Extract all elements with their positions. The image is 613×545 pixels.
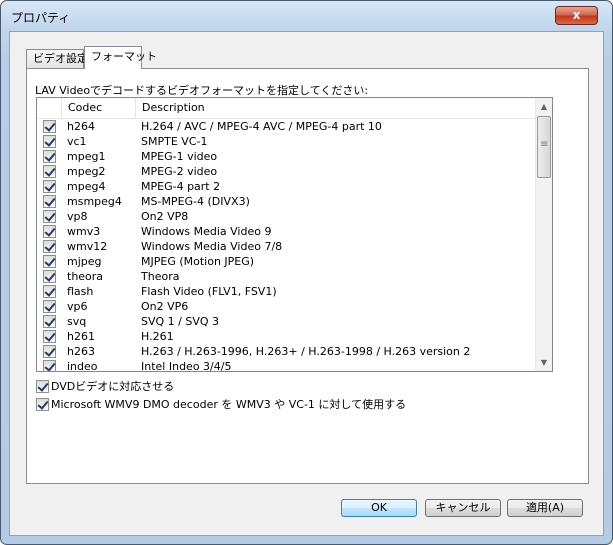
wmv9-dmo-checkbox[interactable] xyxy=(36,398,49,411)
list-item[interactable]: h261 H.261 xyxy=(37,329,537,344)
list-item[interactable]: flash Flash Video (FLV1, FSV1) xyxy=(37,284,537,299)
properties-window: プロパティ x ビデオ設定 フォーマット LAV Videoでデコードするビデオ… xyxy=(0,0,613,545)
codec-checkbox[interactable] xyxy=(43,195,56,208)
wmv9-dmo-label[interactable]: Microsoft WMV9 DMO decoder を WMV3 や VC-1… xyxy=(51,398,406,412)
codec-name: mjpeg xyxy=(67,255,102,268)
tab-video-settings[interactable]: ビデオ設定 xyxy=(26,49,88,68)
codec-name: wmv12 xyxy=(67,240,108,253)
column-header-check[interactable] xyxy=(37,98,61,119)
list-item[interactable]: h263 H.263 / H.263-1996, H.263+ / H.263-1… xyxy=(37,344,537,359)
codec-checkbox[interactable] xyxy=(43,150,56,163)
list-item[interactable]: msmpeg4 MS-MPEG-4 (DIVX3) xyxy=(37,194,537,209)
codec-name: mpeg1 xyxy=(67,150,106,163)
vertical-scrollbar[interactable]: ▲ ▼ xyxy=(535,98,552,371)
codec-description: H.261 xyxy=(141,330,174,343)
codec-name: msmpeg4 xyxy=(67,195,122,208)
list-item[interactable]: vp6 On2 VP6 xyxy=(37,299,537,314)
codec-description: On2 VP8 xyxy=(141,210,189,223)
close-button[interactable]: x xyxy=(555,6,598,25)
codec-description: H.264 / AVC / MPEG-4 AVC / MPEG-4 part 1… xyxy=(141,120,382,133)
scroll-thumb[interactable] xyxy=(537,116,551,178)
codec-name: flash xyxy=(67,285,94,298)
codec-name: wmv3 xyxy=(67,225,101,238)
list-item[interactable]: vp8 On2 VP8 xyxy=(37,209,537,224)
list-item[interactable]: mpeg2 MPEG-2 video xyxy=(37,164,537,179)
codec-checkbox[interactable] xyxy=(43,330,56,343)
dvd-video-checkbox[interactable] xyxy=(36,380,49,393)
codec-description: MPEG-1 video xyxy=(141,150,218,163)
scroll-down-icon[interactable]: ▼ xyxy=(536,354,552,371)
codec-checkbox[interactable] xyxy=(43,345,56,358)
column-header-description[interactable]: Description xyxy=(135,98,537,119)
dvd-video-label[interactable]: DVDビデオに対応させる xyxy=(51,380,174,394)
list-item[interactable]: mpeg1 MPEG-1 video xyxy=(37,149,537,164)
dialog-client-area: ビデオ設定 フォーマット LAV Videoでデコードするビデオフォーマットを指… xyxy=(9,31,604,536)
list-item[interactable]: h264 H.264 / AVC / MPEG-4 AVC / MPEG-4 pa… xyxy=(37,119,537,134)
codec-checkbox[interactable] xyxy=(43,270,56,283)
codec-checkbox[interactable] xyxy=(43,285,56,298)
list-item[interactable]: vc1 SMPTE VC-1 xyxy=(37,134,537,149)
codec-description: Windows Media Video 9 xyxy=(141,225,272,238)
codec-name: h263 xyxy=(67,345,95,358)
codec-name: vc1 xyxy=(67,135,87,148)
codec-checkbox[interactable] xyxy=(43,120,56,133)
list-item[interactable]: wmv3 Windows Media Video 9 xyxy=(37,224,537,239)
codec-description: Flash Video (FLV1, FSV1) xyxy=(141,285,277,298)
scroll-up-icon[interactable]: ▲ xyxy=(536,98,552,115)
codec-checkbox[interactable] xyxy=(43,165,56,178)
codec-description: MPEG-2 video xyxy=(141,165,218,178)
codec-description: H.263 / H.263-1996, H.263+ / H.263-1998 … xyxy=(141,345,471,358)
list-item[interactable]: mjpeg MJPEG (Motion JPEG) xyxy=(37,254,537,269)
codec-name: svq xyxy=(67,315,87,328)
title-bar[interactable]: プロパティ x xyxy=(1,1,612,31)
codec-description: Theora xyxy=(141,270,180,283)
codec-name: vp8 xyxy=(67,210,88,223)
codec-description: MJPEG (Motion JPEG) xyxy=(141,255,255,268)
codec-checkbox[interactable] xyxy=(43,255,56,268)
codec-name: h264 xyxy=(67,120,95,133)
list-item[interactable]: wmv12 Windows Media Video 7/8 xyxy=(37,239,537,254)
codec-checkbox[interactable] xyxy=(43,240,56,253)
list-rows: h264 H.264 / AVC / MPEG-4 AVC / MPEG-4 pa… xyxy=(37,119,537,372)
list-item[interactable]: indeo Intel Indeo 3/4/5 xyxy=(37,359,537,372)
list-item[interactable]: mpeg4 MPEG-4 part 2 xyxy=(37,179,537,194)
codec-description: Windows Media Video 7/8 xyxy=(141,240,283,253)
list-header: Codec Description xyxy=(37,98,537,119)
column-header-codec[interactable]: Codec xyxy=(61,98,135,119)
intro-label: LAV Videoでデコードするビデオフォーマットを指定してください: xyxy=(35,84,369,97)
codec-name: h261 xyxy=(67,330,95,343)
format-tab-panel: LAV Videoでデコードするビデオフォーマットを指定してください: Code… xyxy=(26,68,589,484)
codec-description: MPEG-4 part 2 xyxy=(141,180,221,193)
codec-description: MS-MPEG-4 (DIVX3) xyxy=(141,195,250,208)
codec-checkbox[interactable] xyxy=(43,210,56,223)
codec-name: mpeg2 xyxy=(67,165,106,178)
codec-checkbox[interactable] xyxy=(43,300,56,313)
codec-description: SVQ 1 / SVQ 3 xyxy=(141,315,220,328)
codec-name: indeo xyxy=(67,360,98,372)
ok-button[interactable]: OK xyxy=(341,499,417,517)
apply-button[interactable]: 適用(A) xyxy=(507,499,583,517)
tab-format[interactable]: フォーマット xyxy=(84,46,157,69)
codec-name: theora xyxy=(67,270,104,283)
codec-description: SMPTE VC-1 xyxy=(141,135,208,148)
codec-name: mpeg4 xyxy=(67,180,106,193)
codec-description: Intel Indeo 3/4/5 xyxy=(141,360,232,372)
cancel-button[interactable]: キャンセル xyxy=(425,499,501,517)
codec-checkbox[interactable] xyxy=(43,135,56,148)
codec-checkbox[interactable] xyxy=(43,180,56,193)
window-title: プロパティ xyxy=(11,11,71,25)
list-item[interactable]: svq SVQ 1 / SVQ 3 xyxy=(37,314,537,329)
codec-description: On2 VP6 xyxy=(141,300,189,313)
codec-checkbox[interactable] xyxy=(43,315,56,328)
codec-checkbox[interactable] xyxy=(43,225,56,238)
codec-checkbox[interactable] xyxy=(43,360,56,371)
list-item[interactable]: theora Theora xyxy=(37,269,537,284)
codec-list[interactable]: Codec Description h264 H.264 / AVC / MPEG… xyxy=(36,97,553,372)
codec-name: vp6 xyxy=(67,300,88,313)
